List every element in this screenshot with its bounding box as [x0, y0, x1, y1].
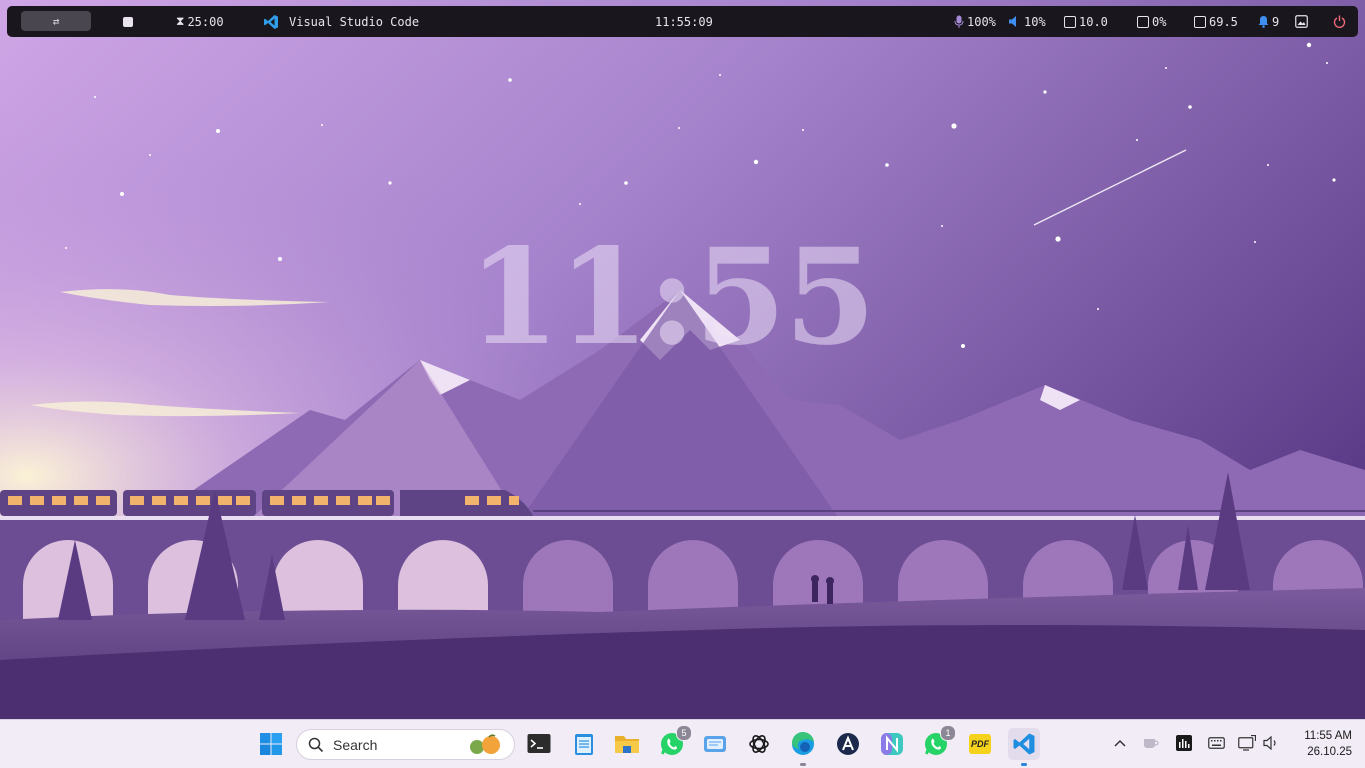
edge-icon: [791, 731, 814, 755]
coffee-icon: [1144, 739, 1159, 748]
system-time: 11:55 AM: [1304, 730, 1352, 742]
power-icon: [1333, 15, 1346, 28]
wallpaper-button[interactable]: [1295, 6, 1308, 37]
taskbar-edge[interactable]: [787, 728, 819, 766]
fruit-highlight-icon: [470, 734, 500, 754]
whatsapp-badge: 5: [676, 725, 692, 741]
chip-icon: [1137, 15, 1149, 28]
running-indicator: [1021, 763, 1027, 766]
tray-volume[interactable]: [1260, 732, 1282, 754]
pomodoro-timer[interactable]: ⧗ 25:00: [176, 6, 224, 37]
notifications[interactable]: 9: [1258, 6, 1279, 37]
desktop: 11:55: [0, 0, 1365, 767]
taskbar-whatsapp[interactable]: 5: [656, 725, 692, 760]
keyboard-icon: [1207, 737, 1225, 749]
vscode-icon: [1013, 733, 1035, 755]
gpu-usage: 0%: [1137, 6, 1166, 37]
top-status-bar: ⇄ ⧗ 25:00 Visual Studio Code 11:55:09 10…: [7, 6, 1358, 37]
tray-audio-monitor[interactable]: [1173, 732, 1195, 754]
taskbar-pdf[interactable]: PDF: [964, 728, 996, 760]
stop-icon: [123, 16, 133, 27]
taskbar-notepad[interactable]: [568, 728, 600, 760]
notes-icon: [704, 736, 726, 752]
network-icon: [1238, 735, 1256, 751]
terminal-icon: [527, 734, 551, 753]
train: [0, 490, 533, 516]
tray-keyboard[interactable]: [1205, 732, 1227, 754]
active-window[interactable]: Visual Studio Code: [263, 6, 419, 37]
wallpaper: [0, 0, 1365, 767]
swap-arrows-icon: ⇄: [52, 14, 60, 28]
tray-overflow[interactable]: [1109, 732, 1131, 754]
system-clock[interactable]: 11:55 AM 26.10.25: [1288, 728, 1352, 760]
taskbar-whatsapp-beta[interactable]: 1: [920, 725, 956, 760]
taskbar: Search 5 1 PDF 11:55 AM 26.10.25: [0, 719, 1365, 768]
cpu-usage: 10.0: [1064, 6, 1108, 37]
power-button[interactable]: [1333, 6, 1346, 37]
notepad-icon: [575, 734, 593, 755]
topbar-clock: 11:55:09: [655, 14, 713, 29]
taskbar-n-app[interactable]: [876, 728, 908, 760]
speaker-icon: [1009, 16, 1016, 27]
windows-icon: [260, 733, 282, 755]
chip-icon: [1064, 15, 1076, 28]
desktop-clock-overlay: 11:55: [468, 220, 876, 375]
taskbar-vscode[interactable]: [1008, 728, 1040, 766]
tray-coffee[interactable]: [1140, 732, 1162, 754]
whatsapp-beta-badge: 1: [940, 725, 956, 741]
audio-bars-icon: [1176, 735, 1192, 751]
arc-icon: [837, 733, 859, 755]
n-app-icon: [881, 733, 903, 755]
taskbar-terminal[interactable]: [523, 728, 555, 760]
chatgpt-icon: [749, 735, 769, 753]
chevron-up-icon: [1114, 739, 1126, 747]
bell-icon: [1258, 16, 1269, 28]
taskbar-notes[interactable]: [699, 728, 731, 760]
tray-network[interactable]: [1236, 732, 1258, 754]
start-button[interactable]: [255, 728, 287, 760]
image-icon: [1295, 15, 1308, 28]
microphone-icon: [954, 15, 964, 28]
taskbar-search[interactable]: Search: [296, 729, 515, 760]
folder-icon: [615, 736, 639, 753]
mic-level[interactable]: 100%: [954, 6, 996, 37]
hourglass-icon: ⧗: [176, 14, 185, 28]
volume-level[interactable]: 10%: [1008, 6, 1046, 37]
active-app-title: Visual Studio Code: [289, 14, 420, 29]
taskbar-arc[interactable]: [832, 728, 864, 760]
search-placeholder: Search: [333, 737, 378, 753]
speaker-icon: [1262, 736, 1276, 750]
taskbar-chatgpt[interactable]: [743, 728, 775, 760]
chip-icon: [1194, 15, 1206, 28]
system-date: 26.10.25: [1307, 746, 1352, 758]
running-indicator: [800, 763, 806, 766]
timer-value: 25:00: [187, 14, 224, 29]
memory-usage: 69.5: [1194, 6, 1238, 37]
stop-button[interactable]: [123, 6, 133, 37]
vscode-icon: [264, 14, 278, 29]
workspace-switch-button[interactable]: ⇄: [21, 11, 91, 31]
pdf-icon: PDF: [969, 734, 991, 754]
search-icon: [308, 737, 324, 753]
taskbar-file-explorer[interactable]: [611, 728, 643, 760]
